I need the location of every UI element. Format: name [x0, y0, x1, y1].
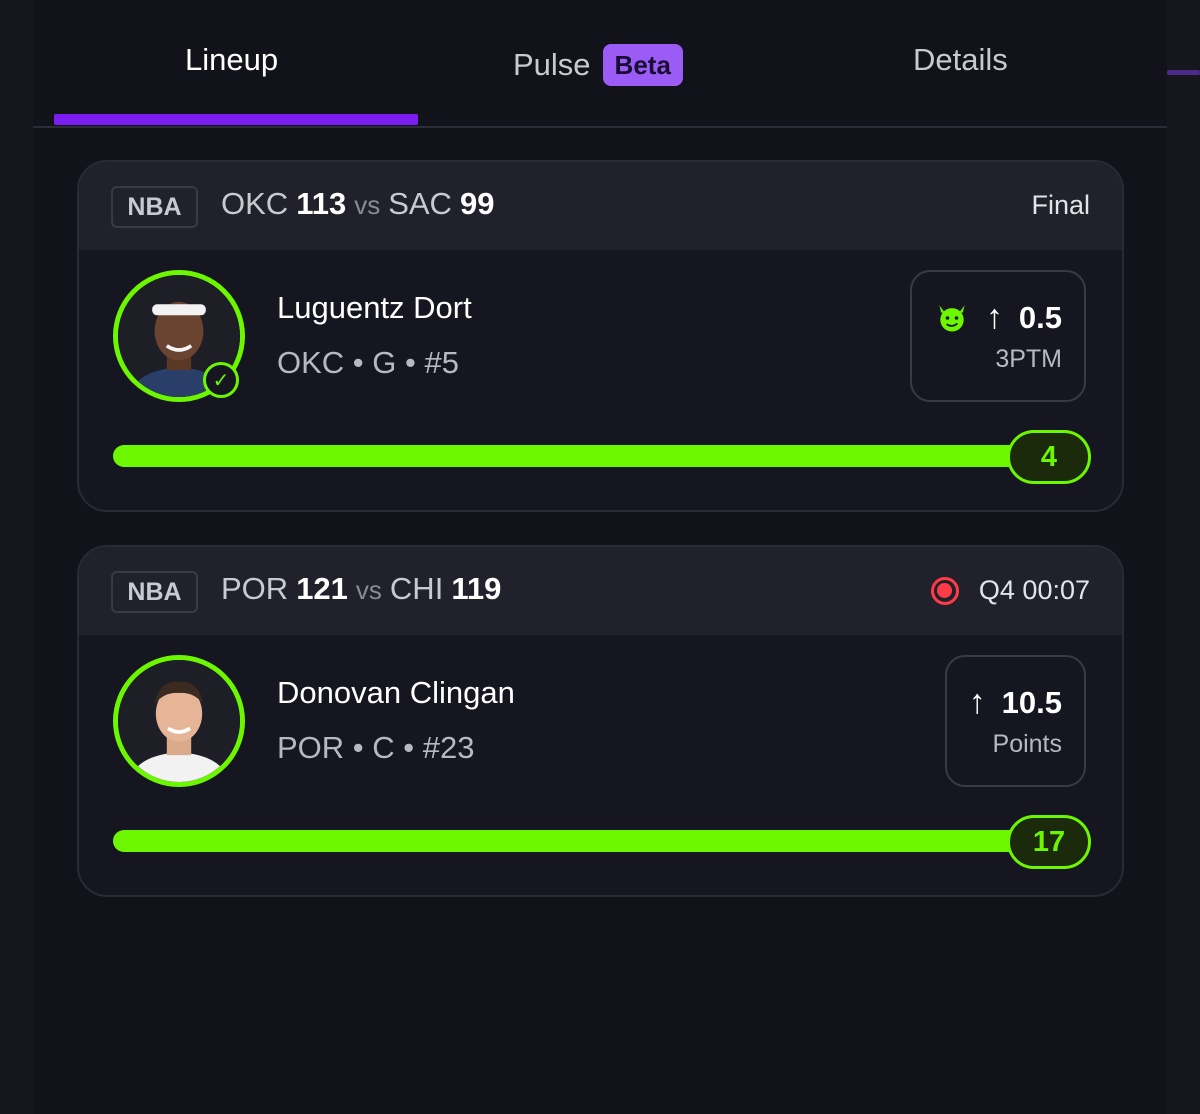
vs-label: vs	[354, 190, 381, 220]
game-clock: Q4 00:07	[978, 575, 1090, 605]
team-1-score: 121	[296, 571, 348, 606]
tab-pulse[interactable]: Pulse Beta	[513, 44, 683, 86]
arrow-up-icon: ↑	[968, 683, 986, 721]
progress-bar	[113, 830, 1073, 852]
side-tab-accent	[1167, 70, 1200, 75]
team-1-score: 113	[296, 186, 347, 221]
arrow-up-icon: ↑	[985, 298, 1003, 336]
tab-pulse-label: Pulse	[513, 47, 591, 82]
progress-value-badge: 17	[1007, 815, 1091, 869]
pick-card[interactable]: NBA POR 121 vs CHI 119 Q4 00:07 Donovan …	[77, 545, 1124, 897]
game-status: Q4 00:07	[930, 575, 1090, 606]
avatar	[113, 655, 245, 787]
player-headshot	[118, 660, 240, 782]
team-2: SAC	[388, 186, 452, 221]
player-meta: OKC • G • #5	[277, 345, 459, 380]
pick-box[interactable]: ↑ 10.5 Points	[944, 655, 1086, 787]
team-2: CHI	[389, 571, 444, 606]
tab-details[interactable]: Details	[913, 42, 1008, 78]
league-badge: NBA	[111, 186, 198, 228]
devil-icon	[939, 304, 965, 331]
player-name: Luguentz Dort	[277, 290, 472, 325]
pick-line-value: 0.5	[1018, 299, 1062, 335]
active-tab-indicator	[54, 114, 418, 125]
player-name: Donovan Clingan	[277, 675, 515, 710]
player-meta: POR • C • #23	[277, 730, 475, 765]
progress-fill	[113, 445, 1073, 467]
team-1: POR	[221, 571, 289, 606]
pick-box[interactable]: ↑ 0.5 3PTM	[909, 270, 1086, 402]
lineup-panel: Lineup Pulse Beta Details NBA OKC 113 vs…	[33, 0, 1167, 1114]
progress-bar	[113, 445, 1073, 467]
pick-stat: Points	[992, 730, 1062, 758]
vs-label: vs	[355, 575, 382, 605]
game-matchup: OKC 113 vs SAC 99	[221, 186, 494, 222]
live-indicator-icon	[930, 576, 959, 605]
game-matchup: POR 121 vs CHI 119	[221, 571, 501, 607]
verified-check-icon: ✓	[203, 362, 239, 398]
progress-fill	[113, 830, 1073, 852]
game-status: Final	[1031, 190, 1090, 221]
pick-card[interactable]: NBA OKC 113 vs SAC 99 Final ✓ Luguentz D…	[77, 160, 1124, 512]
game-header: NBA POR 121 vs CHI 119 Q4 00:07	[79, 547, 1122, 635]
tab-bar: Lineup Pulse Beta Details	[33, 0, 1167, 128]
progress-value-badge: 4	[1007, 430, 1091, 484]
pick-line-value: 10.5	[1001, 684, 1062, 720]
game-header: NBA OKC 113 vs SAC 99 Final	[79, 162, 1122, 250]
team-1: OKC	[221, 186, 289, 221]
beta-badge: Beta	[602, 44, 683, 86]
game-status-label: Final	[1031, 190, 1090, 220]
team-2-score: 119	[451, 571, 502, 606]
league-badge: NBA	[111, 571, 198, 613]
tab-lineup[interactable]: Lineup	[185, 42, 278, 78]
team-2-score: 99	[459, 186, 495, 221]
pick-stat: 3PTM	[995, 345, 1062, 373]
